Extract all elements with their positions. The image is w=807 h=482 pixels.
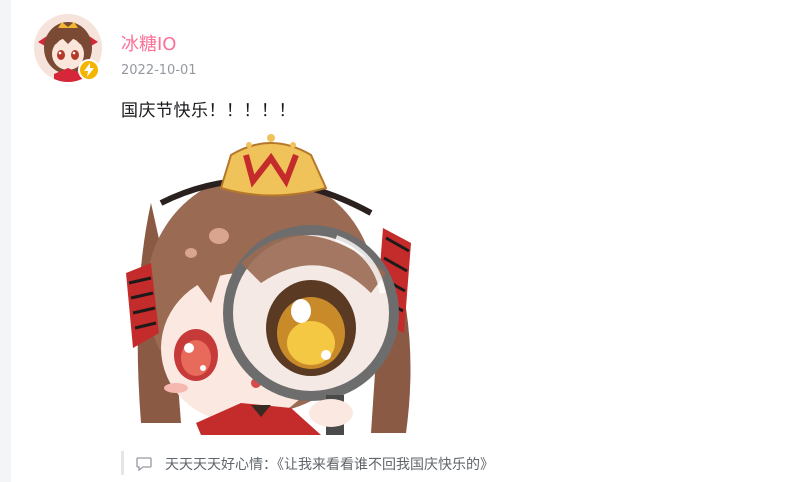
post-content: 国庆节快乐！！！！！	[121, 101, 296, 121]
comment-bubble-icon	[136, 456, 152, 472]
publish-date[interactable]: 2022-10-01	[121, 63, 197, 78]
post-image[interactable]	[121, 133, 426, 435]
author-avatar[interactable]	[34, 14, 102, 82]
comment-quote-bar	[121, 451, 124, 475]
left-rail	[0, 0, 11, 482]
verified-badge	[78, 59, 100, 81]
comment-text[interactable]: 《让我来看看谁不回我国庆快乐的》	[277, 457, 494, 473]
comment-preview[interactable]: 天天天天好心情：《让我来看看谁不回我国庆快乐的》	[165, 454, 494, 474]
lightning-icon	[84, 63, 94, 77]
author-name[interactable]: 冰糖IO	[121, 30, 176, 56]
anime-girl-magnifying-glass-illustration	[126, 134, 411, 435]
comment-user[interactable]: 天天天天好心情：	[165, 457, 277, 473]
